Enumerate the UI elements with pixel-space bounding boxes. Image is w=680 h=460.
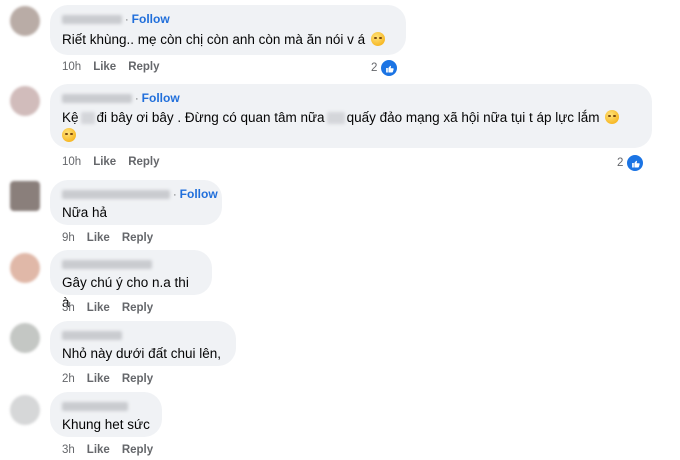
comment-text-content: Nữa hả [62, 205, 108, 220]
follow-button[interactable]: Follow [142, 91, 180, 105]
comment-bubble: · Follow Kệ đi bây ơi bây . Đừng có quan t… [50, 84, 652, 148]
avatar[interactable] [10, 6, 40, 36]
comment-bubble: Gây chú ý cho n.a thi à [50, 250, 212, 310]
comment-text-content: Riết khùng.. mẹ còn chị còn anh còn mà ă… [62, 32, 366, 47]
comment-actions: 10h Like Reply [62, 156, 172, 168]
author-row [62, 257, 200, 272]
thumbs-up-icon [625, 153, 646, 173]
avatar[interactable] [10, 323, 40, 353]
like-button[interactable]: Like [87, 232, 110, 244]
frustrated-emoji-icon [605, 110, 620, 124]
thumbs-up-icon [379, 58, 400, 78]
reply-button[interactable]: Reply [122, 444, 153, 456]
like-button[interactable]: Like [87, 302, 110, 314]
like-button[interactable]: Like [93, 61, 116, 73]
reaction-number: 2 [617, 157, 624, 169]
avatar[interactable] [10, 181, 40, 211]
comment-text-part-3: quấy đảo mạng xã hội nữa tụi t áp lực lắ… [346, 110, 600, 125]
reply-button[interactable]: Reply [122, 232, 153, 244]
comment-actions: 9h Like Reply [62, 232, 165, 244]
comment-text-content: Nhỏ này dưới đất chui lên, [62, 346, 221, 361]
comment-text-content: Khung het sức [62, 417, 150, 432]
comment-bubble: Nhỏ này dưới đất chui lên, [50, 321, 236, 366]
author-row: · Follow [62, 91, 640, 106]
follow-button[interactable]: Follow [180, 187, 218, 201]
comment-actions: 2h Like Reply [62, 373, 165, 385]
frustrated-emoji-icon [62, 128, 76, 142]
comment-actions: 3h Like Reply [62, 302, 165, 314]
author-row: · Follow [62, 187, 218, 202]
author-row: · Follow [62, 12, 394, 27]
author-name-redacted[interactable] [62, 15, 122, 25]
author-row [62, 399, 150, 414]
comment-bubble: Khung het sức [50, 392, 162, 437]
timestamp[interactable]: 9h [62, 232, 75, 244]
separator-dot: · [135, 93, 139, 105]
redacted-word [326, 112, 345, 125]
reply-button[interactable]: Reply [128, 156, 159, 168]
reaction-count[interactable]: 2 [617, 153, 646, 173]
avatar[interactable] [10, 395, 40, 425]
timestamp[interactable]: 10h [62, 61, 81, 73]
reaction-count[interactable]: 2 [371, 58, 400, 78]
avatar[interactable] [10, 253, 40, 283]
reply-button[interactable]: Reply [122, 373, 153, 385]
comment-text-part-1: Kệ [62, 110, 79, 125]
author-name-redacted[interactable] [62, 190, 170, 200]
author-name-redacted[interactable] [62, 94, 132, 104]
smirk-emoji-icon [370, 32, 385, 46]
comment-text: Nữa hả [62, 203, 210, 223]
avatar[interactable] [10, 86, 40, 116]
timestamp[interactable]: 10h [62, 156, 81, 168]
comment-actions: 10h Like Reply [62, 61, 172, 73]
comment-text-part-2: đi bây ơi bây . Đừng có quan tâm nữa [96, 110, 325, 125]
comment-actions: 3h Like Reply [62, 444, 165, 456]
timestamp[interactable]: 3h [62, 444, 75, 456]
timestamp[interactable]: 3h [62, 302, 75, 314]
comment-bubble: · Follow Nữa hả [50, 180, 222, 225]
separator-dot: · [125, 14, 129, 26]
redacted-word [80, 112, 95, 125]
reaction-number: 2 [371, 62, 378, 74]
comment-text: Kệ đi bây ơi bây . Đừng có quan tâm nữa qu… [62, 109, 640, 145]
reply-button[interactable]: Reply [128, 61, 159, 73]
like-button[interactable]: Like [93, 156, 116, 168]
timestamp[interactable]: 2h [62, 373, 75, 385]
comment-text: Nhỏ này dưới đất chui lên, [62, 344, 224, 364]
author-name-redacted[interactable] [62, 331, 122, 341]
comment-bubble: · Follow Riết khùng.. mẹ còn chị còn anh … [50, 5, 406, 55]
separator-dot: · [173, 189, 177, 201]
reply-button[interactable]: Reply [122, 302, 153, 314]
comment-text: Khung het sức [62, 415, 150, 435]
follow-button[interactable]: Follow [132, 12, 170, 26]
author-row [62, 328, 224, 343]
like-button[interactable]: Like [87, 444, 110, 456]
author-name-redacted[interactable] [62, 402, 128, 412]
author-name-redacted[interactable] [62, 260, 152, 270]
like-button[interactable]: Like [87, 373, 110, 385]
comment-text: Riết khùng.. mẹ còn chị còn anh còn mà ă… [62, 30, 394, 50]
